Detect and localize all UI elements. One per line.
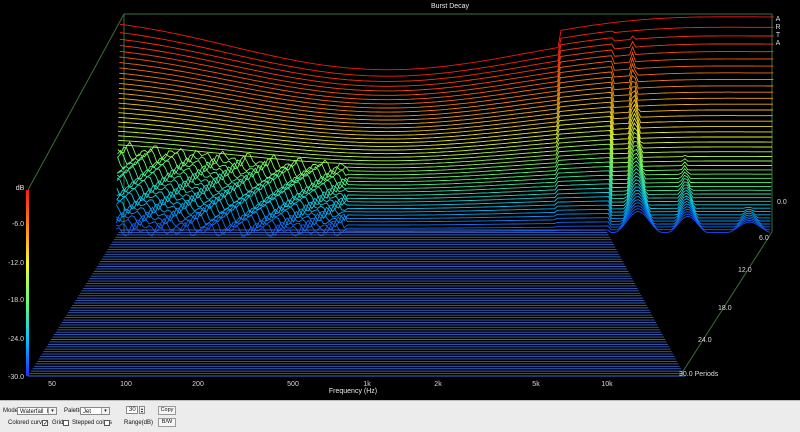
range-input[interactable]: 30 <box>126 406 138 414</box>
copy-button[interactable]: Copy <box>158 406 176 415</box>
colored-curves-checkbox[interactable]: ✓ <box>42 420 49 427</box>
db-tick-label: -30.0 <box>8 374 24 381</box>
freq-tick-label: 200 <box>192 381 204 388</box>
chart-title: Burst Decay <box>431 3 470 10</box>
range-label: Range(dB) <box>124 420 154 426</box>
brand-letter: A <box>776 16 781 23</box>
range-spinner[interactable]: ▴ ▾ <box>139 406 145 414</box>
period-ticks: 0.0 6.0 12.0 18.0 24.0 30.0 Periods <box>679 199 787 378</box>
grid-checkbox[interactable] <box>63 420 69 426</box>
x-axis-label: Frequency (Hz) <box>329 388 377 395</box>
waterfall-chart: Burst Decay ARTA dB Frequency (Hz) 50 100… <box>8 3 787 395</box>
mode-select[interactable]: Waterfall_F ▾ <box>17 407 57 415</box>
decay-curve <box>119 62 774 105</box>
brand-letter: R <box>775 24 780 31</box>
frequency-ticks: 50 100 200 500 1k 2k 5k 10k <box>48 381 613 388</box>
range-value: 30 <box>129 407 136 413</box>
decay-curve <box>119 26 774 77</box>
decay-curve <box>119 35 774 82</box>
db-tick-label: -6.0 <box>12 221 24 228</box>
bw-button[interactable]: B/W <box>158 418 176 427</box>
db-tick-label: -24.0 <box>8 336 24 343</box>
arta-brand: ARTA <box>775 16 780 47</box>
control-bar: Mode Waterfall_F ▾ Palette Jet ▾ 30 ▴ ▾ R… <box>0 400 800 432</box>
freq-tick-label: 2k <box>434 381 442 388</box>
period-tick-label: 30.0 Periods <box>679 371 719 378</box>
decay-curve <box>118 90 773 125</box>
period-tick-label: 24.0 <box>698 337 712 344</box>
freq-tick-label: 100 <box>120 381 132 388</box>
decay-curve <box>119 45 774 92</box>
db-tick-label: -18.0 <box>8 297 24 304</box>
decay-curve <box>119 56 774 101</box>
baseline-lines <box>28 229 685 377</box>
y-axis-label: dB <box>16 185 25 192</box>
db-color-scale <box>26 190 29 376</box>
freq-tick-label: 5k <box>532 381 540 388</box>
decay-curve <box>119 51 774 96</box>
palette-select[interactable]: Jet ▾ <box>80 407 110 415</box>
decay-curve <box>119 40 774 87</box>
chevron-down-icon: ▾ <box>48 408 56 414</box>
period-tick-label: 0.0 <box>777 199 787 206</box>
freq-tick-label: 50 <box>48 381 56 388</box>
db-tick-label: -12.0 <box>8 260 24 267</box>
grid-label: Grid <box>52 420 64 426</box>
decay-curve <box>119 16 774 71</box>
depth-top-axis <box>27 13 125 191</box>
burst-decay-plot: Burst Decay ARTA dB Frequency (Hz) 50 100… <box>0 0 800 400</box>
brand-letter: A <box>776 40 781 47</box>
checkmark-icon: ✓ <box>43 421 49 427</box>
stepped-colors-checkbox[interactable] <box>104 420 110 426</box>
mode-label: Mode <box>3 408 19 414</box>
decay-curve <box>119 68 774 109</box>
decay-curve <box>118 112 773 144</box>
decay-curves <box>115 16 774 237</box>
period-tick-label: 18.0 <box>718 305 732 312</box>
palette-value: Jet <box>83 409 92 415</box>
depth-bottom-axis <box>679 231 773 377</box>
freq-tick-label: 10k <box>601 381 613 388</box>
db-ticks: -6.0 -12.0 -18.0 -24.0 -30.0 <box>8 221 24 381</box>
period-tick-label: 6.0 <box>759 235 769 242</box>
freq-tick-label: 500 <box>287 381 299 388</box>
brand-letter: T <box>776 32 781 39</box>
period-tick-label: 12.0 <box>738 267 752 274</box>
decay-curve <box>118 94 773 129</box>
freq-tick-label: 1k <box>363 381 371 388</box>
mode-value: Waterfall_F <box>20 409 51 415</box>
chevron-down-icon: ▾ <box>101 408 109 414</box>
